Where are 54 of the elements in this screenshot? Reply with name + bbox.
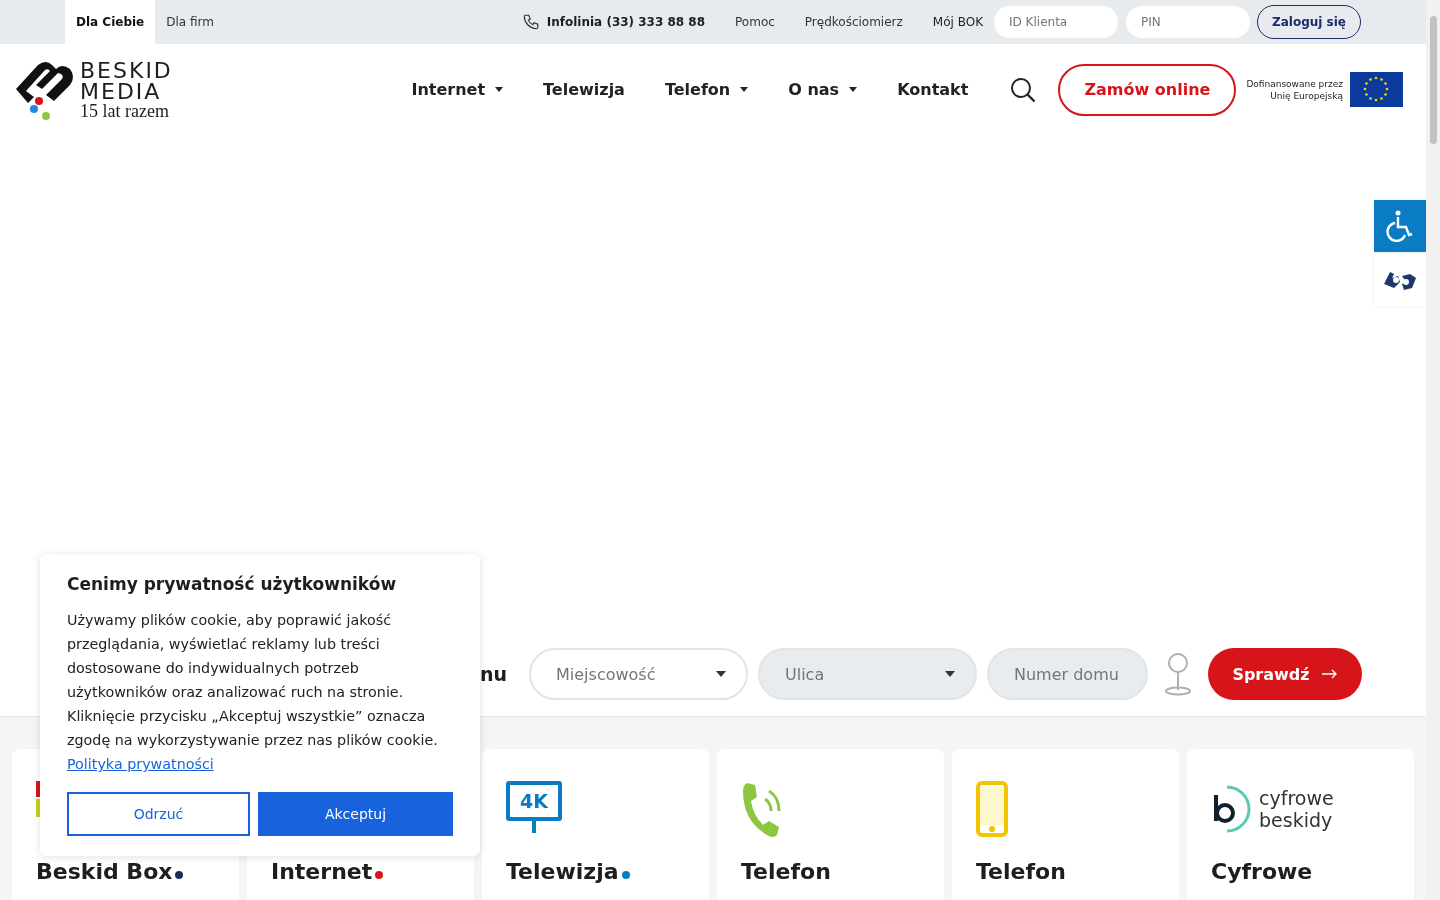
pin-field[interactable]: PIN (1125, 5, 1251, 39)
segment-tab[interactable]: Dla firm (155, 0, 225, 44)
privacy-policy-link[interactable]: Polityka prywatności (67, 756, 214, 772)
eu-funding-text: Unię Europejską (1270, 89, 1343, 102)
client-id-field[interactable]: ID Klienta (993, 5, 1119, 39)
nav-item[interactable]: Kontakt (897, 80, 969, 99)
card-title: Internet (271, 859, 373, 884)
hotline-link[interactable]: Infolinia (33) 333 88 88 (546, 15, 706, 29)
top-link[interactable]: Prędkościomierz (804, 15, 903, 29)
reject-button[interactable]: Odrzuć (67, 792, 250, 836)
arrow-icon (1321, 669, 1338, 679)
service-card[interactable]: Telefon (717, 749, 944, 900)
card-title: Cyfrowe (1211, 859, 1313, 884)
caret-icon (849, 87, 858, 92)
cookie-text: Używamy plików cookie, aby poprawić jakość przeglądania, wyświetlać reklamy lub treści dostosowane do indywidualnych potrzeb użytkowników oraz analizować ruch na stronie. Kliknięcie przycisku „Akceptuj wszystkie” oznacza zgodę na wykorzystywanie przez nas plików cookie. Polityka prywatności (67, 611, 439, 774)
card-title: Telefon (976, 859, 1066, 884)
search-icon[interactable] (1010, 76, 1037, 103)
order-online-button[interactable]: Zamów online (1058, 63, 1237, 116)
address-dropdown[interactable]: Miejscowość (529, 648, 748, 700)
cookie-title: Cenimy prywatność użytkowników (67, 574, 398, 594)
service-card[interactable]: Telefon (952, 749, 1179, 900)
top-link[interactable]: Pomoc (735, 15, 775, 29)
logo-text: BESKID (80, 59, 173, 81)
accept-button[interactable]: Akceptuj (258, 792, 453, 836)
card-title: Telewizja (506, 859, 619, 884)
caret-icon (945, 671, 955, 677)
phone-icon (521, 13, 540, 31)
logo-tagline: 15 lat razem (80, 101, 170, 120)
caret-icon (716, 671, 726, 677)
bok-label: Mój BOK (932, 15, 983, 29)
scrollbar[interactable] (1426, 0, 1440, 900)
eu-flag-icon (1350, 72, 1403, 107)
logo-text: MEDIA (80, 80, 163, 102)
nav-item[interactable]: Internet (411, 80, 504, 99)
logo-text: cyfrowe (1259, 787, 1334, 809)
sign-language-button[interactable] (1374, 254, 1426, 306)
card-title: Telefon (741, 859, 831, 884)
logo-text: beskidy (1259, 809, 1334, 831)
service-card[interactable]: cyfrowe beskidy Cyfrowe (1187, 749, 1414, 900)
nav-item[interactable]: Telefon (664, 80, 749, 99)
card-title: Beskid Box (36, 859, 173, 884)
caret-icon (740, 87, 749, 92)
caret-icon (495, 87, 504, 92)
segment-tab[interactable]: Dla Ciebie (65, 0, 156, 44)
tv-badge-text: 4K (520, 790, 548, 812)
eu-funding-text: Dofinansowane przez (1246, 77, 1343, 90)
nav-item[interactable]: Telewizja (543, 80, 625, 99)
mobile-phone-icon (976, 781, 1008, 837)
accessibility-button[interactable] (1374, 200, 1426, 252)
check-button[interactable]: Sprawdź (1208, 648, 1362, 700)
wheelchair-icon (1385, 210, 1415, 242)
service-card[interactable]: 4K Telewizja (482, 749, 709, 900)
nav-item[interactable]: O nas (788, 80, 858, 99)
search-heading: nu (479, 663, 507, 685)
